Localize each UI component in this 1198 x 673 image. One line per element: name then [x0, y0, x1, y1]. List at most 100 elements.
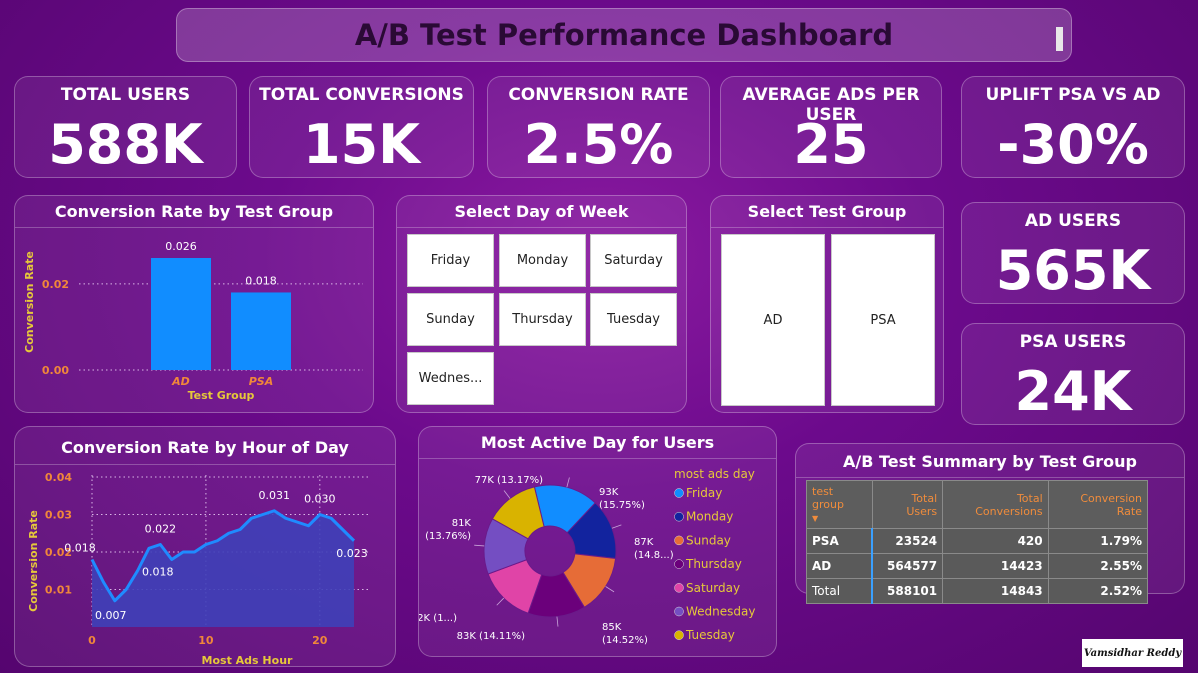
- table-cell: 23524: [871, 528, 944, 554]
- legend-item: Saturday: [686, 581, 740, 595]
- legend-item: Sunday: [686, 533, 731, 547]
- kpi-conversion-rate: CONVERSION RATE 2.5%: [487, 76, 710, 178]
- data-label: 0.026: [165, 240, 197, 253]
- legend-marker: [674, 511, 684, 522]
- title-divider: [711, 227, 943, 228]
- page-title: A/B Test Performance Dashboard: [354, 18, 894, 52]
- kpi-psa-users: PSA USERS 24K: [961, 323, 1185, 425]
- day-slicer-panel: Select Day of Week Friday Monday Saturda…: [396, 195, 687, 413]
- day-option-thursday[interactable]: Thursday: [499, 293, 586, 346]
- data-label: 0.022: [145, 523, 177, 536]
- bar-chart-title: Conversion Rate by Test Group: [54, 202, 334, 221]
- x-tick-label: 20: [312, 634, 328, 647]
- legend-marker: [674, 559, 684, 569]
- group-option-ad[interactable]: AD: [721, 234, 825, 406]
- table-cell: 1.79%: [1047, 528, 1149, 554]
- x-axis-title: Test Group: [188, 389, 255, 402]
- kpi-ad-users: AD USERS 565K: [961, 202, 1185, 304]
- kpi-value: 588K: [48, 113, 203, 176]
- group-slicer-title: Select Test Group: [747, 202, 907, 221]
- data-label: 85K (14.52%): [602, 622, 648, 646]
- y-tick-label: 0.04: [45, 471, 72, 484]
- sort-down-icon[interactable]: ▼: [812, 514, 818, 523]
- table-cell: 14423: [942, 553, 1049, 579]
- data-label: 0.030: [304, 493, 336, 506]
- leader-line: [503, 490, 511, 499]
- title-divider: [397, 227, 686, 228]
- x-axis-title: Most Ads Hour: [202, 654, 293, 665]
- table-cell: 564577: [871, 553, 944, 579]
- kpi-label: CONVERSION RATE: [508, 85, 689, 105]
- legend-item: Wednesday: [686, 605, 755, 619]
- kpi-label: UPLIFT PSA VS AD: [985, 85, 1161, 105]
- legend-item: Monday: [686, 510, 733, 524]
- y-tick-label: 0.03: [45, 509, 72, 522]
- title-bar: A/B Test Performance Dashboard: [176, 8, 1072, 62]
- legend-marker: [674, 583, 684, 593]
- table-cell: 14843: [942, 578, 1049, 604]
- data-label: 0.023: [336, 547, 368, 560]
- kpi-value: -30%: [997, 113, 1149, 176]
- kpi-value: 15K: [303, 113, 420, 176]
- leader-line: [474, 544, 485, 547]
- pie-chart-panel: Most Active Day for Users 93K (15.75%) 87K…: [418, 426, 777, 657]
- kpi-value: 25: [793, 113, 869, 176]
- table-cell: AD: [806, 553, 873, 579]
- data-label: 0.007: [95, 609, 127, 622]
- x-tick-label: AD: [171, 375, 190, 388]
- bar: [151, 258, 211, 370]
- table-cell: 420: [942, 528, 1049, 554]
- legend-marker: [674, 488, 684, 498]
- title-divider: [796, 477, 1184, 478]
- bar-chart-panel: Conversion Rate by Test Group 0.00 0.02 0.…: [14, 195, 374, 413]
- table-cell: PSA: [806, 528, 873, 554]
- legend-title: most ads day: [674, 467, 755, 481]
- bar: [231, 292, 291, 370]
- kpi-label: TOTAL USERS: [60, 85, 191, 105]
- summary-table-panel: A/B Test Summary by Test Group test grou…: [795, 443, 1185, 604]
- x-tick-label: 0: [88, 634, 96, 647]
- kpi-total-users: TOTAL USERS 588K: [14, 76, 237, 178]
- day-option-saturday[interactable]: Saturday: [590, 234, 677, 287]
- data-label: 0.031: [259, 489, 291, 502]
- data-label: 82K (1...): [419, 613, 457, 624]
- cursor-icon: [1056, 27, 1063, 51]
- group-option-psa[interactable]: PSA: [831, 234, 935, 406]
- day-option-tuesday[interactable]: Tuesday: [590, 293, 677, 346]
- table-cell: 2.55%: [1047, 553, 1149, 579]
- table-cell: Total: [806, 578, 873, 604]
- kpi-label: AD USERS: [1024, 211, 1122, 231]
- day-option-wednesday[interactable]: Wednes...: [407, 352, 494, 405]
- table-row: AD 564577 14423 2.55%: [806, 553, 1149, 579]
- data-label: 87K (14.8...): [634, 537, 674, 561]
- y-tick-label: 0.02: [42, 278, 69, 291]
- line-chart-title: Conversion Rate by Hour of Day: [61, 438, 349, 457]
- data-label: 83K (14.11%): [457, 631, 525, 642]
- day-option-friday[interactable]: Friday: [407, 234, 494, 287]
- column-header-conversion-rate[interactable]: Conversion Rate: [1047, 480, 1149, 529]
- summary-table: test group ▼ Total Users Total Conversion…: [806, 480, 1149, 604]
- line-chart-panel: Conversion Rate by Hour of Day 0.01 0.02 0…: [14, 426, 396, 667]
- kpi-average-ads-per-user: AVERAGE ADS PER USER 25: [720, 76, 942, 178]
- leader-line: [566, 477, 570, 488]
- table-row: PSA 23524 420 1.79%: [806, 528, 1149, 554]
- column-header-total-users[interactable]: Total Users: [871, 480, 944, 529]
- legend-item: Friday: [686, 486, 722, 500]
- day-option-sunday[interactable]: Sunday: [407, 293, 494, 346]
- group-slicer-panel: Select Test Group AD PSA: [710, 195, 944, 413]
- day-slicer-title: Select Day of Week: [454, 202, 629, 221]
- legend-marker: [674, 606, 684, 617]
- kpi-uplift: UPLIFT PSA VS AD -30%: [961, 76, 1185, 178]
- data-label: 0.018: [142, 566, 174, 579]
- summary-table-title: A/B Test Summary by Test Group: [842, 452, 1137, 471]
- day-option-monday[interactable]: Monday: [499, 234, 586, 287]
- y-axis-title: Conversion Rate: [27, 510, 40, 612]
- legend-item: Thursday: [685, 557, 742, 571]
- column-header-total-conversions[interactable]: Total Conversions: [942, 480, 1049, 529]
- kpi-value: 565K: [995, 239, 1151, 302]
- area-fill: [92, 510, 354, 627]
- data-label: 93K (15.75%): [599, 487, 645, 511]
- author-signature: Vamsidhar Reddy: [1082, 639, 1183, 667]
- leader-line: [556, 616, 559, 627]
- column-header-test-group[interactable]: test group ▼: [806, 480, 873, 529]
